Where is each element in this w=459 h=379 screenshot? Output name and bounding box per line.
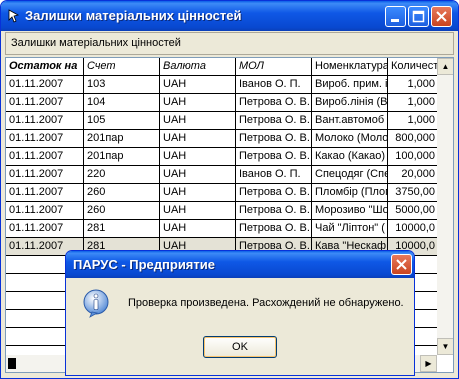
table-cell[interactable]: 800,000 <box>388 130 438 148</box>
table-cell[interactable]: UAH <box>160 76 236 94</box>
close-icon <box>436 11 447 22</box>
table-cell[interactable]: Петрова О. В. <box>236 130 312 148</box>
table-cell[interactable]: Петрова О. В. <box>236 220 312 238</box>
table-cell[interactable]: 20,000 <box>388 166 438 184</box>
table-cell[interactable]: Чай "Ліптон" ( <box>312 220 388 238</box>
table-cell[interactable]: Молоко (Моло <box>312 130 388 148</box>
table-cell[interactable]: 01.11.2007 <box>6 130 84 148</box>
table-cell[interactable]: UAH <box>160 166 236 184</box>
app-icon <box>8 9 20 23</box>
table-cell[interactable]: 105 <box>84 112 160 130</box>
table-cell[interactable]: 01.11.2007 <box>6 94 84 112</box>
dialog-close-button[interactable] <box>391 254 412 275</box>
table-row[interactable]: 01.11.2007 103 UAH Іванов О. П. Вироб. прим.… <box>6 76 438 94</box>
toolbar-label: Залишки матеріальних цінностей <box>11 37 181 49</box>
table-cell[interactable]: Петрова О. В. <box>236 202 312 220</box>
scroll-down-button[interactable]: ▼ <box>437 338 453 355</box>
minimize-button[interactable] <box>385 6 406 27</box>
table-cell[interactable]: UAH <box>160 94 236 112</box>
minimize-icon <box>391 19 399 22</box>
column-header[interactable]: Остаток на <box>6 58 84 76</box>
table-cell[interactable]: Петрова О. В. <box>236 184 312 202</box>
table-cell[interactable]: 01.11.2007 <box>6 112 84 130</box>
table-cell[interactable]: 1,000 <box>388 94 438 112</box>
table-cell[interactable]: UAH <box>160 184 236 202</box>
table-cell[interactable]: Вант.автомоб <box>312 112 388 130</box>
scroll-up-button[interactable]: ▲ <box>437 58 453 75</box>
table-row[interactable]: 01.11.2007 105 UAH Петрова О. В. Вант.автомо… <box>6 112 438 130</box>
table-cell[interactable]: 01.11.2007 <box>6 202 84 220</box>
table-cell[interactable]: 01.11.2007 <box>6 76 84 94</box>
toolbar: Залишки матеріальних цінностей <box>5 32 454 55</box>
table-cell[interactable]: UAH <box>160 220 236 238</box>
column-header[interactable]: МОЛ <box>236 58 312 76</box>
close-icon <box>396 259 407 270</box>
table-row[interactable]: 01.11.2007 104 UAH Петрова О. В. Вироб.лінія… <box>6 94 438 112</box>
table-cell[interactable]: Петрова О. В. <box>236 148 312 166</box>
table-cell[interactable]: 100,000 <box>388 148 438 166</box>
dialog-title-bar[interactable]: ПАРУС - Предприятие <box>66 251 414 278</box>
table-row[interactable]: 01.11.2007 201пар UAH Петрова О. В. Какао (К… <box>6 148 438 166</box>
column-header[interactable]: Счет <box>84 58 160 76</box>
dialog-message: Проверка произведена. Расхождений не обн… <box>128 297 404 309</box>
table-cell[interactable]: UAH <box>160 112 236 130</box>
table-cell[interactable]: 281 <box>84 220 160 238</box>
table-cell[interactable]: 10000,0 <box>388 220 438 238</box>
table-row[interactable]: 01.11.2007 281 UAH Петрова О. В. Чай "Ліптон… <box>6 220 438 238</box>
table-cell[interactable]: Спецодяг (Спе <box>312 166 388 184</box>
table-cell[interactable]: 201пар <box>84 130 160 148</box>
table-cell[interactable]: Іванов О. П. <box>236 166 312 184</box>
scroll-thumb[interactable] <box>8 358 16 369</box>
table-cell[interactable]: 01.11.2007 <box>6 166 84 184</box>
table-cell[interactable]: 3750,00 <box>388 184 438 202</box>
window-title: Залишки матеріальних цінностей <box>25 8 242 23</box>
table-cell[interactable]: 01.11.2007 <box>6 148 84 166</box>
table-cell[interactable]: Вироб. прим. і <box>312 76 388 94</box>
table-cell[interactable]: Морозиво "Шо <box>312 202 388 220</box>
table-row[interactable]: 01.11.2007 260 UAH Петрова О. В. Пломбір (Пл… <box>6 184 438 202</box>
vertical-scrollbar[interactable]: ▲ ▼ <box>437 58 453 355</box>
column-header[interactable]: Номенклатура <box>312 58 388 76</box>
dialog-title: ПАРУС - Предприятие <box>73 257 215 272</box>
info-icon <box>83 289 109 318</box>
main-window: Залишки матеріальних цінностей Залишки м… <box>0 0 459 379</box>
table-row[interactable]: 01.11.2007 260 UAH Петрова О. В. Морозиво "Ш… <box>6 202 438 220</box>
maximize-icon <box>412 10 425 23</box>
scroll-right-button[interactable]: ▶ <box>420 355 437 372</box>
message-dialog: ПАРУС - Предприятие Проверка произведена… <box>65 250 415 376</box>
table-cell[interactable]: Іванов О. П. <box>236 76 312 94</box>
table-cell[interactable]: UAH <box>160 202 236 220</box>
table-cell[interactable]: UAH <box>160 130 236 148</box>
table-cell[interactable]: UAH <box>160 148 236 166</box>
table-cell[interactable]: 01.11.2007 <box>6 184 84 202</box>
table-cell[interactable]: 103 <box>84 76 160 94</box>
table-cell[interactable]: 220 <box>84 166 160 184</box>
table-cell[interactable]: 1,000 <box>388 112 438 130</box>
table-cell[interactable]: 5000,00 <box>388 202 438 220</box>
table-cell[interactable]: Пломбір (Плом <box>312 184 388 202</box>
maximize-button[interactable] <box>408 6 429 27</box>
table-cell[interactable]: 104 <box>84 94 160 112</box>
table-cell[interactable]: Вироб.лінія (Ві <box>312 94 388 112</box>
column-header[interactable]: Количество <box>388 58 438 76</box>
table-cell[interactable]: 201пар <box>84 148 160 166</box>
table-cell[interactable]: Какао (Какао) <box>312 148 388 166</box>
header-row: Остаток на Счет Валюта МОЛ Номенклатура … <box>6 58 438 76</box>
table-cell[interactable]: Петрова О. В. <box>236 94 312 112</box>
column-header[interactable]: Валюта <box>160 58 236 76</box>
ok-button[interactable]: OK <box>203 336 277 358</box>
table-cell[interactable]: 260 <box>84 184 160 202</box>
title-bar[interactable]: Залишки матеріальних цінностей <box>1 1 458 31</box>
table-cell[interactable]: 01.11.2007 <box>6 220 84 238</box>
table-cell[interactable]: 260 <box>84 202 160 220</box>
table-cell[interactable]: 1,000 <box>388 76 438 94</box>
table-cell[interactable]: Петрова О. В. <box>236 112 312 130</box>
table-row[interactable]: 01.11.2007 201пар UAH Петрова О. В. Молоко (… <box>6 130 438 148</box>
close-button[interactable] <box>431 6 452 27</box>
table-row[interactable]: 01.11.2007 220 UAH Іванов О. П. Спецодяг (Сп… <box>6 166 438 184</box>
